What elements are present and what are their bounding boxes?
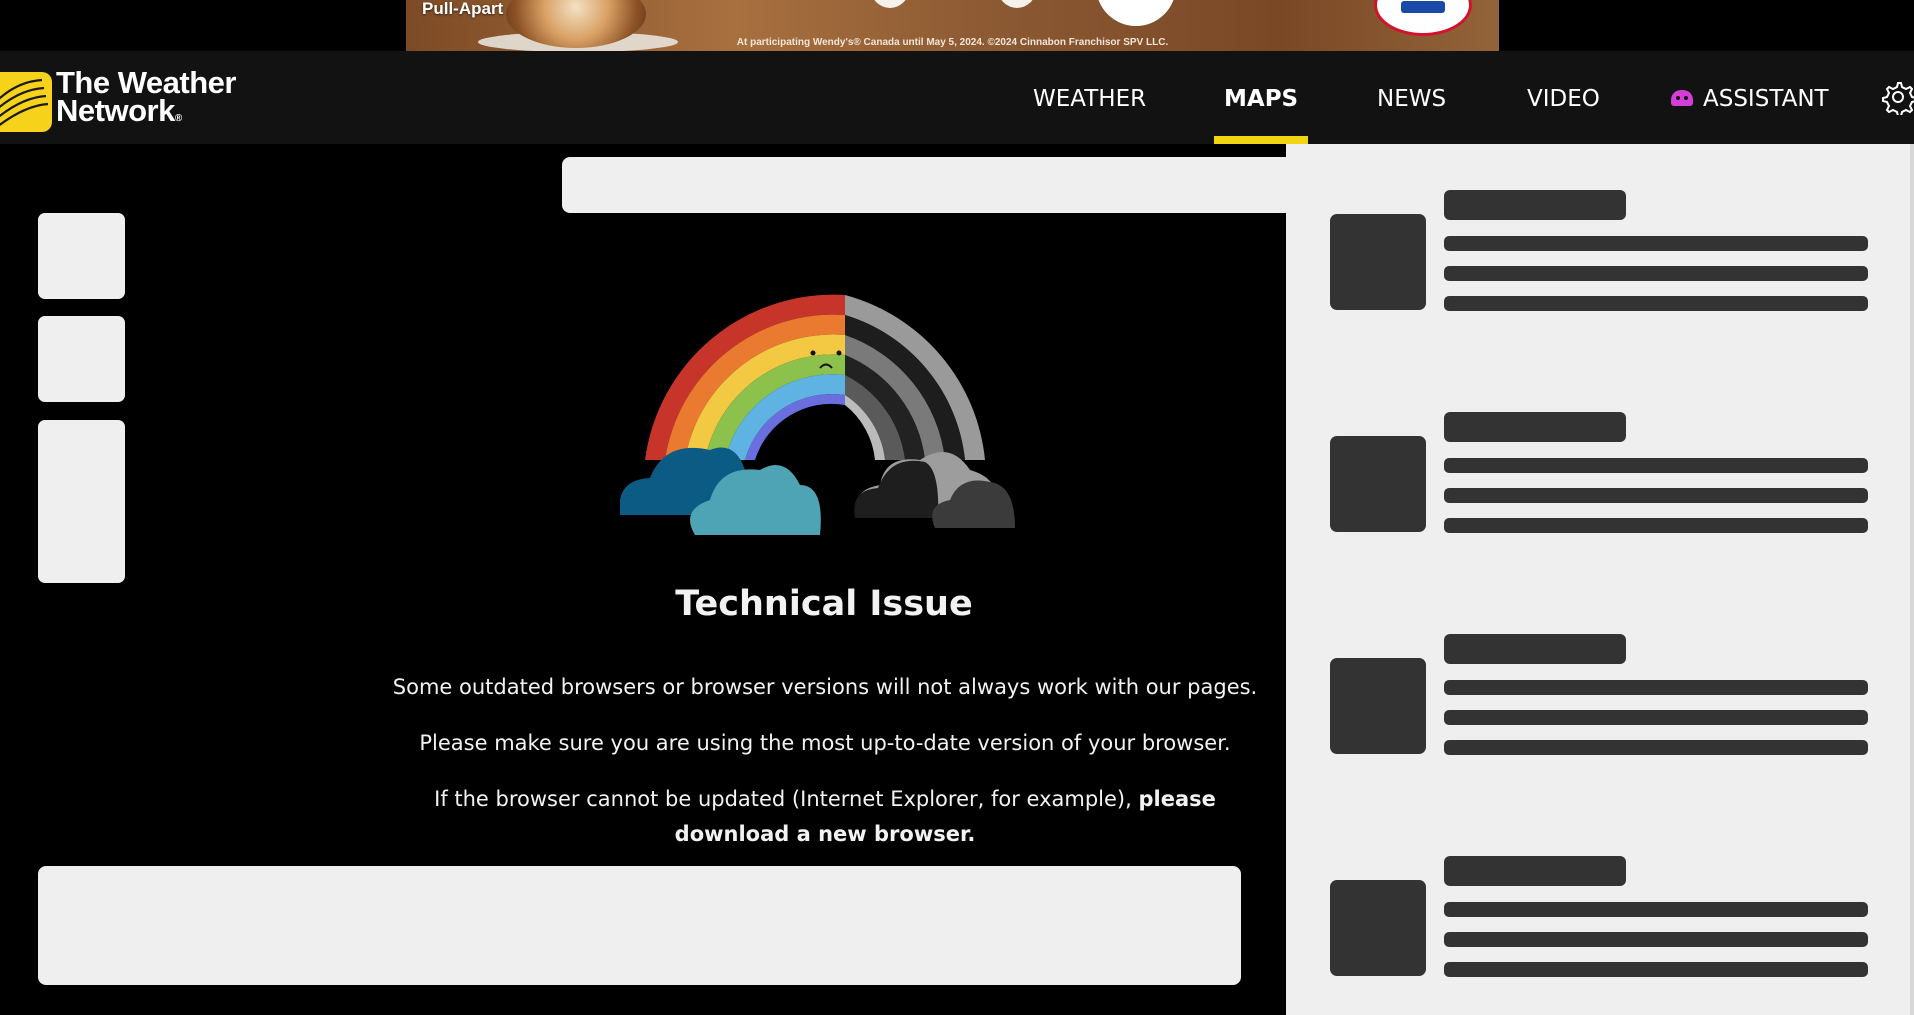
skeleton-title	[1444, 856, 1626, 886]
skeleton-article-card[interactable]	[1330, 856, 1870, 977]
blue-clouds	[620, 447, 821, 535]
dark-clouds	[854, 452, 1015, 528]
skeleton-line	[1444, 680, 1868, 695]
skeleton-line	[1444, 902, 1868, 917]
error-message-line-1: Some outdated browsers or browser versio…	[392, 675, 1258, 699]
gear-icon[interactable]	[1880, 79, 1914, 115]
top-navigation: The Weather Network® WEATHER MAPS NEWS V…	[0, 51, 1914, 144]
ad-headline: Pull-Apart	[422, 0, 504, 18]
nav-news[interactable]: NEWS	[1377, 51, 1446, 144]
skeleton-article-card[interactable]	[1330, 190, 1870, 311]
sad-rainbow-illustration	[620, 294, 1015, 535]
nav-assistant[interactable]: ASSISTANT	[1671, 51, 1829, 144]
skeleton-line	[1444, 932, 1868, 947]
error-message-line-2: Please make sure you are using the most …	[419, 731, 1231, 755]
skeleton-title	[1444, 634, 1626, 664]
error-message-line-3-text: If the browser cannot be updated (Intern…	[434, 787, 1132, 811]
skeleton-article-card[interactable]	[1330, 634, 1870, 755]
skeleton-line	[1444, 710, 1868, 725]
map-control-placeholder[interactable]	[38, 316, 125, 402]
skeleton-line	[1444, 488, 1868, 503]
skeleton-title	[1444, 412, 1626, 442]
skeleton-article-card[interactable]	[1330, 412, 1870, 533]
skeleton-line	[1444, 458, 1868, 473]
map-control-placeholder[interactable]	[38, 420, 125, 583]
nav-video[interactable]: VIDEO	[1527, 51, 1600, 144]
news-sidebar	[1286, 144, 1914, 1015]
ad-fineprint: At participating Wendy's® Canada until M…	[736, 37, 1169, 48]
assistant-robot-icon	[1671, 89, 1693, 106]
error-message-line-3: If the browser cannot be updated (Intern…	[380, 782, 1270, 852]
skeleton-line	[1444, 518, 1868, 533]
skeleton-thumbnail	[1330, 658, 1426, 754]
brand-wordmark: The Weather Network®	[56, 67, 236, 133]
skeleton-line	[1444, 236, 1868, 251]
skeleton-line	[1444, 296, 1868, 311]
ad-decor-shape	[871, 0, 909, 8]
map-control-placeholder[interactable]	[38, 213, 125, 299]
nav-assistant-label: ASSISTANT	[1703, 86, 1829, 112]
map-search-bar[interactable]	[562, 157, 1286, 213]
nav-weather[interactable]: WEATHER	[1033, 51, 1146, 144]
brand-line-2: Network	[56, 93, 175, 128]
advertisement-banner[interactable]: Pull-Apart At participating Wendy's® Can…	[406, 0, 1499, 52]
skeleton-line	[1444, 962, 1868, 977]
skeleton-thumbnail	[1330, 436, 1426, 532]
nav-maps[interactable]: MAPS	[1213, 51, 1309, 144]
skeleton-line	[1444, 740, 1868, 755]
skeleton-title	[1444, 190, 1626, 220]
ad-decor-shape	[1096, 0, 1176, 26]
weather-network-logo-icon	[0, 72, 52, 132]
rainbow-grey-half	[845, 295, 985, 460]
content-placeholder	[38, 866, 1241, 985]
skeleton-line	[1444, 266, 1868, 281]
brand-logo-link[interactable]: The Weather Network®	[0, 67, 250, 132]
skeleton-thumbnail	[1330, 880, 1426, 976]
skeleton-thumbnail	[1330, 214, 1426, 310]
rainbow-colour-half	[645, 294, 845, 460]
ad-brand-logo	[1374, 0, 1472, 36]
ad-decor-shape	[998, 0, 1036, 8]
brand-registered-mark: ®	[174, 113, 182, 124]
sidebar-scrollbar[interactable]	[1910, 144, 1914, 1015]
